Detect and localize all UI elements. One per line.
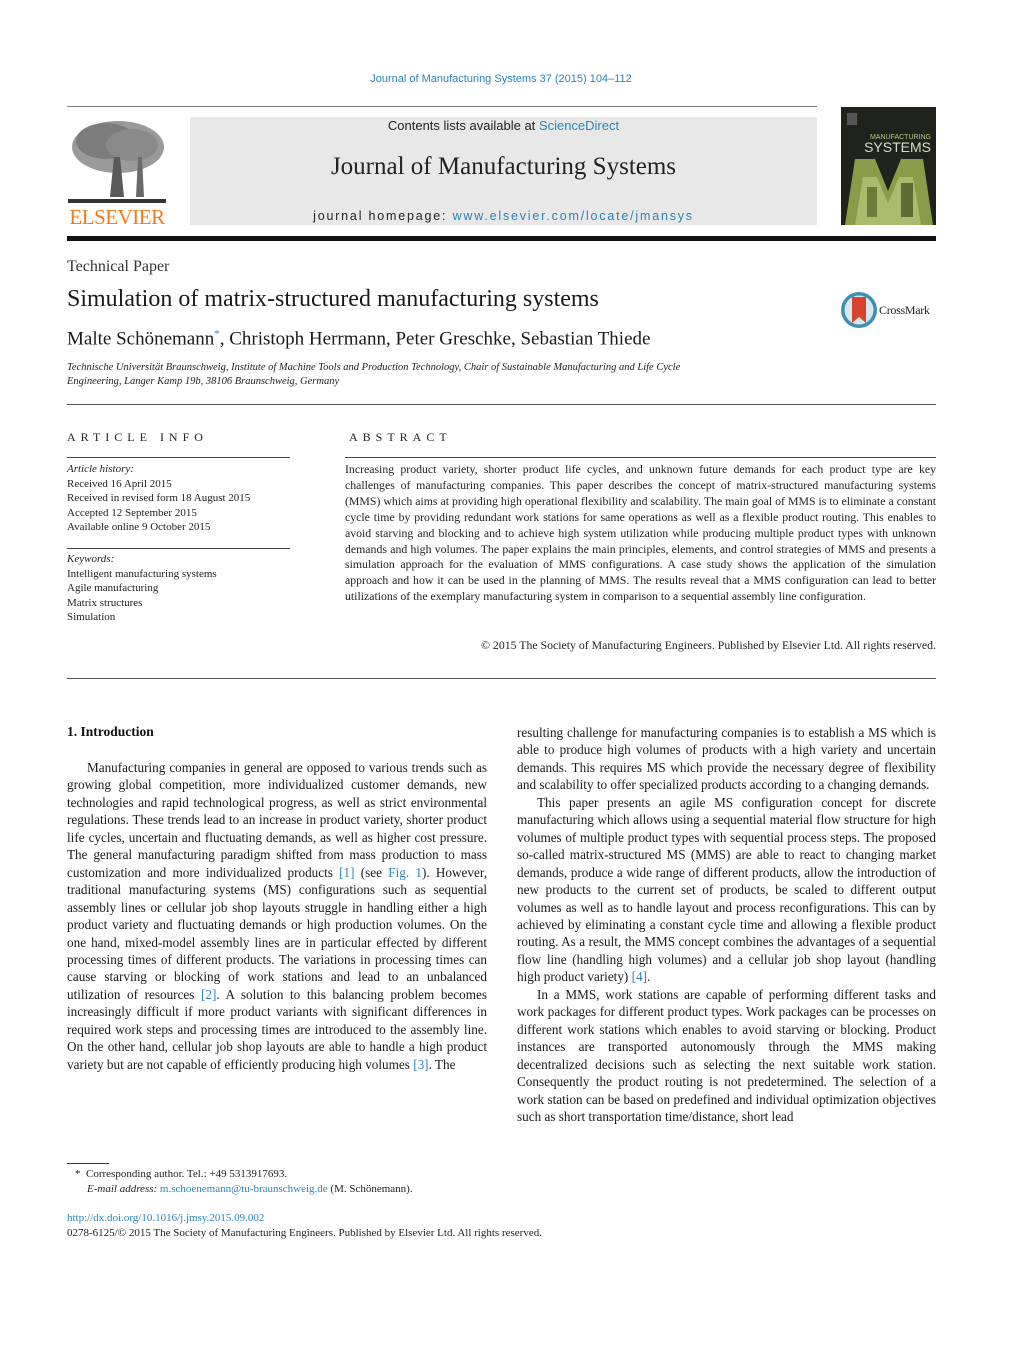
sciencedirect-link[interactable]: ScienceDirect xyxy=(539,118,619,133)
article-info-divider xyxy=(67,457,290,458)
affiliation-line: Engineering, Langer Kamp 19b, 38106 Brau… xyxy=(67,376,340,387)
keywords-label: Keywords: xyxy=(67,553,115,565)
keyword-item: Matrix structures xyxy=(67,596,143,609)
elsevier-wordmark: ELSEVIER xyxy=(69,205,165,229)
doi-link[interactable]: http://dx.doi.org/10.1016/j.jmsy.2015.09… xyxy=(67,1211,542,1226)
keyword-item: Simulation xyxy=(67,611,116,623)
citation-link[interactable]: [1] xyxy=(339,865,354,880)
email-label: E-mail address: xyxy=(87,1183,158,1195)
text-run: This paper presents an agile MS configur… xyxy=(517,794,936,985)
figure-link[interactable]: Fig. 1 xyxy=(388,865,422,880)
contents-prefix: Contents lists available at xyxy=(387,118,539,133)
footnote: * Corresponding author. Tel.: +49 531391… xyxy=(67,1167,413,1197)
author-name: Malte Schönemann xyxy=(67,328,215,350)
text-run: . The xyxy=(428,1056,456,1072)
article-type: Technical Paper xyxy=(67,258,170,275)
affiliation: Technische Universität Braunschweig, Ins… xyxy=(67,361,787,389)
body-paragraph: Manufacturing companies in general are o… xyxy=(67,759,487,1073)
history-item: Received 16 April 2015 xyxy=(67,477,172,490)
citation-link[interactable]: [3] xyxy=(413,1057,428,1072)
body-column-right: resulting challenge for manufacturing co… xyxy=(517,724,936,1125)
journal-title: Journal of Manufacturing Systems xyxy=(330,153,677,180)
crossmark-icon xyxy=(841,292,877,328)
article-info-heading: ARTICLE INFO xyxy=(67,430,208,444)
text-run: Manufacturing companies in general are o… xyxy=(67,760,487,880)
tree-icon xyxy=(68,121,166,203)
abstract-text: Increasing product variety, shorter prod… xyxy=(345,462,936,604)
cover-title: SYSTEMS xyxy=(864,139,931,155)
corresponding-author-note: * Corresponding author. Tel.: +49 531391… xyxy=(67,1167,413,1182)
text-run: . xyxy=(647,969,651,985)
journal-cover-image: MANUFACTURING SYSTEMS xyxy=(841,107,936,225)
header-divider xyxy=(67,106,817,107)
corresponding-author-text: Corresponding author. Tel.: +49 53139176… xyxy=(86,1168,288,1180)
email-link[interactable]: m.schoenemann@tu-braunschweig.de xyxy=(160,1183,328,1195)
citation-link[interactable]: [2] xyxy=(201,987,216,1002)
footnote-marker: * xyxy=(75,1168,81,1180)
abstract-heading: ABSTRACT xyxy=(349,430,452,444)
homepage-link[interactable]: www.elsevier.com/locate/jmansys xyxy=(453,209,694,223)
abstract-end-divider xyxy=(67,678,936,679)
section-heading: 1. Introduction xyxy=(67,724,154,739)
journal-reference-link[interactable]: Journal of Manufacturing Systems 37 (201… xyxy=(0,73,1002,85)
other-authors: , Christoph Herrmann, Peter Greschke, Se… xyxy=(219,328,651,350)
body-paragraph: In a MMS, work stations are capable of p… xyxy=(517,986,936,1124)
history-item: Received in revised form 18 August 2015 xyxy=(67,492,251,504)
abstract-divider xyxy=(345,457,936,458)
email-note: E-mail address: m.schoenemann@tu-braunsc… xyxy=(67,1182,413,1197)
text-run: (see xyxy=(354,864,389,880)
article-history-label: Article history: xyxy=(67,463,134,475)
affiliation-line: Technische Universität Braunschweig, Ins… xyxy=(67,362,681,373)
history-item: Accepted 12 September 2015 xyxy=(67,506,197,519)
text-run: ). However, traditional manufacturing sy… xyxy=(67,864,487,1002)
abstract-copyright: © 2015 The Society of Manufacturing Engi… xyxy=(481,638,936,652)
author-list: Malte Schönemann*, Christoph Herrmann, P… xyxy=(67,328,650,350)
email-suffix: (M. Schönemann). xyxy=(327,1183,413,1195)
keywords: Keywords: Intelligent manufacturing syst… xyxy=(67,552,217,625)
keyword-item: Intelligent manufacturing systems xyxy=(67,567,217,580)
keyword-item: Agile manufacturing xyxy=(67,582,159,594)
body-paragraph: resulting challenge for manufacturing co… xyxy=(517,725,936,793)
homepage-prefix: journal homepage: xyxy=(313,209,453,223)
issn-copyright: 0278-6125/© 2015 The Society of Manufact… xyxy=(67,1226,542,1239)
footnote-divider xyxy=(67,1163,109,1164)
body-paragraph: This paper presents an agile MS configur… xyxy=(517,794,936,986)
body-column-left: Manufacturing companies in general are o… xyxy=(67,759,487,1073)
crossmark-label[interactable]: CrossMark xyxy=(879,303,930,318)
article-history: Article history: Received 16 April 2015 … xyxy=(67,462,250,535)
keywords-divider xyxy=(67,548,290,549)
header-thick-divider xyxy=(67,236,936,241)
affiliation-divider xyxy=(67,404,936,405)
homepage-line: journal homepage: www.elsevier.com/locat… xyxy=(190,209,817,223)
contents-line: Contents lists available at ScienceDirec… xyxy=(190,118,817,133)
history-item: Available online 9 October 2015 xyxy=(67,521,211,533)
citation-link[interactable]: [4] xyxy=(632,969,647,984)
doi-block: http://dx.doi.org/10.1016/j.jmsy.2015.09… xyxy=(67,1211,542,1240)
article-title: Simulation of matrix-structured manufact… xyxy=(67,286,599,312)
